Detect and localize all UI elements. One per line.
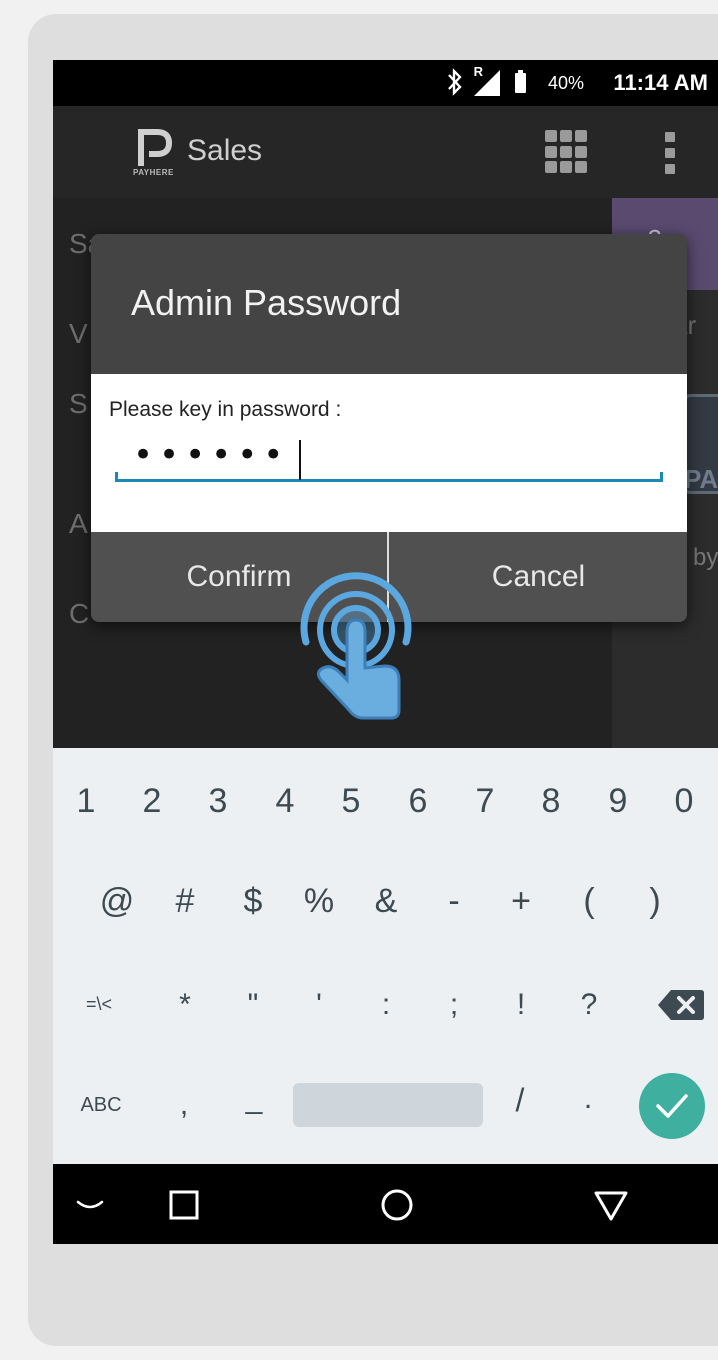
logo-text: PAYHERE [133, 168, 174, 177]
key-open-paren[interactable]: ( [571, 882, 607, 921]
logo-p-icon [138, 129, 173, 166]
menu-item-close: C [69, 598, 90, 629]
key-ampersand[interactable]: & [368, 882, 404, 921]
cancel-button[interactable]: Cancel [390, 532, 687, 622]
key-question[interactable]: ? [571, 988, 607, 1022]
key-dollar[interactable]: $ [235, 882, 271, 921]
key-4[interactable]: 4 [270, 782, 300, 821]
password-input[interactable] [133, 432, 633, 478]
key-5[interactable]: 5 [336, 782, 366, 821]
page-title: Sales [187, 134, 263, 167]
clock: 11:14 AM [613, 70, 708, 95]
checkmark-icon [656, 1094, 688, 1118]
menu-item-admin: A [69, 508, 88, 539]
key-double-quote[interactable]: " [235, 988, 271, 1022]
key-exclamation[interactable]: ! [503, 988, 539, 1022]
phone-screen: R 40% 11:14 AM PAYHERE Sales Sa V S A C … [53, 60, 718, 1244]
key-single-quote[interactable]: ' [301, 988, 337, 1022]
menu-item-void: V [69, 318, 88, 349]
key-slash[interactable]: / [505, 1082, 535, 1119]
app-bar: PAYHERE Sales [53, 106, 718, 198]
key-1[interactable]: 1 [71, 782, 101, 821]
key-period[interactable]: . [573, 1082, 603, 1116]
signal-icon [474, 70, 500, 96]
battery-icon [515, 70, 526, 93]
status-bar: R 40% 11:14 AM [53, 60, 718, 106]
backspace-icon[interactable] [657, 988, 705, 1022]
grid-menu-icon[interactable] [545, 130, 589, 174]
key-2[interactable]: 2 [137, 782, 167, 821]
text-cursor [299, 440, 301, 480]
navigation-bar [53, 1164, 718, 1244]
key-8[interactable]: 8 [536, 782, 566, 821]
key-asterisk[interactable]: * [167, 988, 203, 1022]
key-semicolon[interactable]: ; [436, 988, 472, 1022]
key-at[interactable]: @ [97, 882, 137, 921]
hide-keyboard-icon[interactable] [75, 1198, 105, 1212]
key-more-symbols[interactable]: =\< [71, 994, 127, 1015]
recent-apps-icon[interactable] [169, 1190, 199, 1220]
enter-key[interactable] [639, 1073, 705, 1139]
home-icon[interactable] [380, 1188, 414, 1222]
space-key[interactable] [293, 1083, 483, 1127]
battery-percent: 40% [547, 73, 584, 93]
dialog-title: Admin Password [131, 282, 402, 323]
key-7[interactable]: 7 [470, 782, 500, 821]
bluetooth-icon [448, 68, 462, 96]
tap-gesture-icon [300, 572, 412, 720]
key-colon[interactable]: : [368, 988, 404, 1022]
back-icon[interactable] [593, 1190, 629, 1222]
menu-item-settings: S [69, 388, 88, 419]
dialog-body: Please key in password : [91, 374, 687, 532]
overflow-menu-icon[interactable] [665, 132, 677, 174]
key-0[interactable]: 0 [669, 782, 699, 821]
qr-label: PA [684, 464, 718, 494]
key-minus[interactable]: - [436, 882, 472, 921]
password-field[interactable] [115, 432, 663, 482]
password-prompt: Please key in password : [109, 398, 342, 421]
footer-text: by [693, 544, 718, 571]
key-9[interactable]: 9 [603, 782, 633, 821]
key-close-paren[interactable]: ) [637, 882, 673, 921]
key-hash[interactable]: # [167, 882, 203, 921]
symbol-keyboard: 1 2 3 4 5 6 7 8 9 0 @ # $ % & - + ( ) =\… [53, 748, 718, 1164]
key-plus[interactable]: + [503, 882, 539, 921]
key-comma[interactable]: , [169, 1088, 199, 1122]
payhere-logo: PAYHERE [131, 128, 181, 182]
key-percent[interactable]: % [301, 882, 337, 921]
dialog-header: Admin Password [91, 234, 687, 374]
key-underscore[interactable]: _ [239, 1082, 269, 1116]
key-3[interactable]: 3 [203, 782, 233, 821]
key-abc[interactable]: ABC [73, 1094, 129, 1117]
key-6[interactable]: 6 [403, 782, 433, 821]
